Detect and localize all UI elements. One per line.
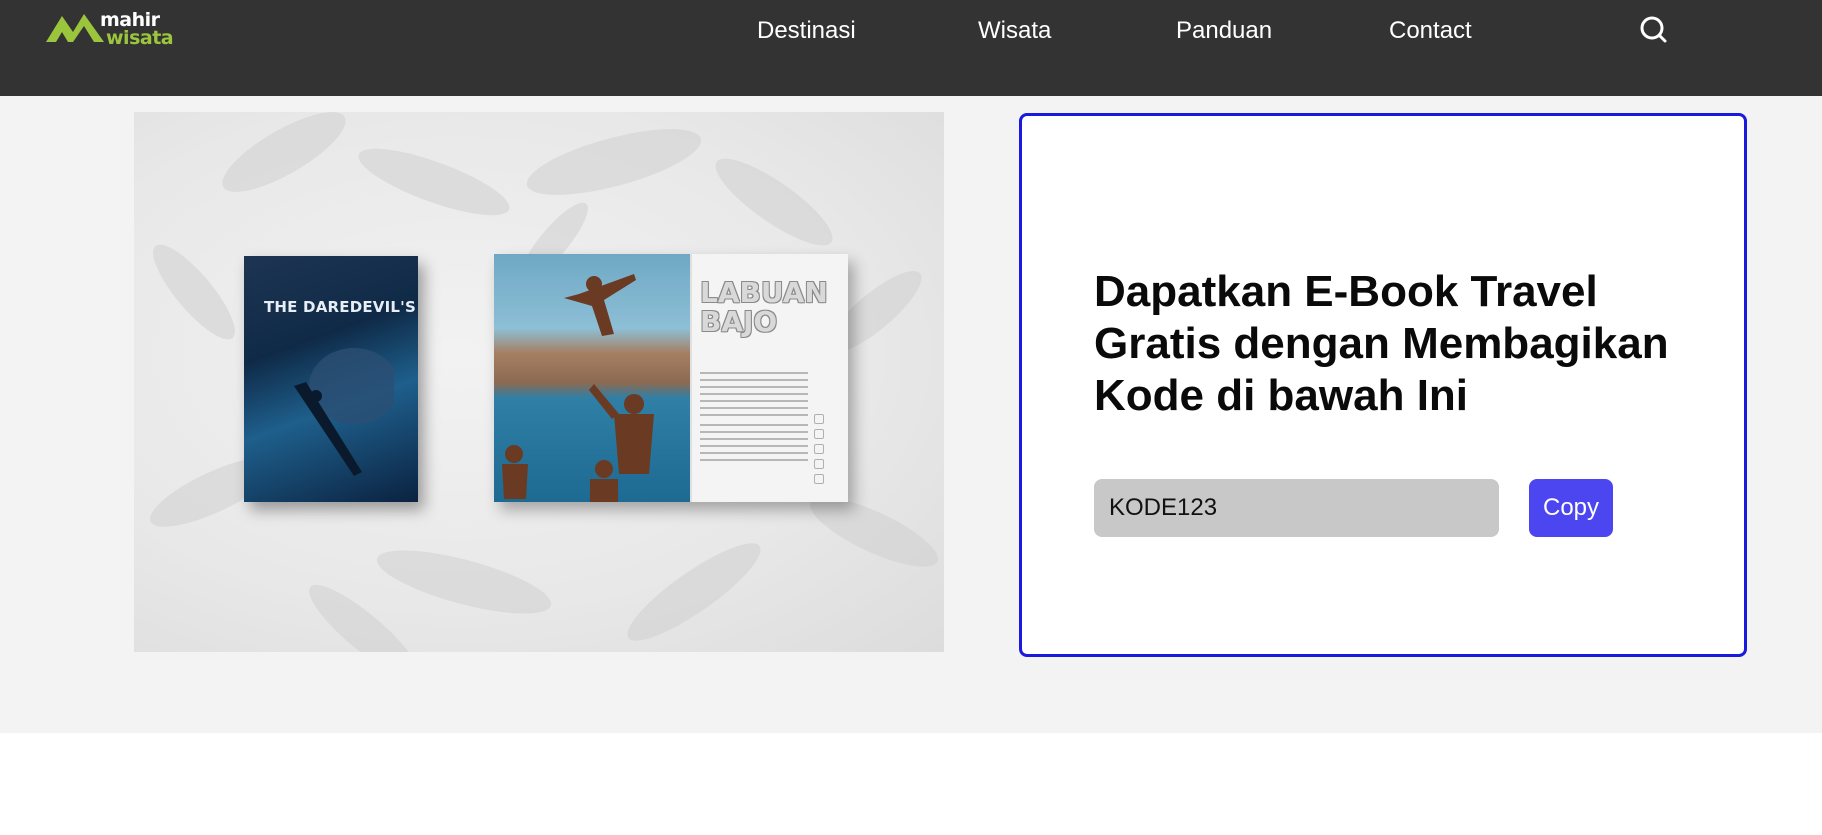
ebook-promo-section: THE DAREDEVIL'S LABUAN BAJO Dapatkan E-B… — [0, 96, 1822, 733]
card-heading: Dapatkan E-Book Travel Gratis dengan Mem… — [1094, 267, 1669, 420]
nav-link-wisata[interactable]: Wisata — [978, 16, 1051, 46]
ebook-labuan-bajo-spread: LABUAN BAJO — [494, 254, 848, 502]
book-body-text-lines — [700, 372, 808, 466]
brand-logo[interactable]: mahir wisata — [46, 8, 176, 48]
mountain-logo-icon — [46, 14, 104, 42]
nav-link-contact[interactable]: Contact — [1389, 16, 1472, 46]
surfer-illustration — [294, 348, 394, 476]
search-button[interactable] — [1638, 14, 1670, 46]
brand-name-line2: wisata — [106, 27, 174, 49]
book-title-labuan-bajo: LABUAN BAJO — [700, 276, 828, 338]
ebook-mockup-image: THE DAREDEVIL'S LABUAN BAJO — [134, 112, 944, 652]
nav-link-panduan[interactable]: Panduan — [1176, 16, 1272, 46]
copy-code-button[interactable]: Copy — [1529, 479, 1613, 537]
search-icon — [1640, 16, 1667, 43]
book-spine-line — [690, 254, 692, 502]
labuan-bajo-photo — [494, 254, 690, 502]
referral-code-input[interactable] — [1094, 479, 1499, 537]
nav-link-destinasi[interactable]: Destinasi — [757, 16, 856, 46]
book-side-icons — [814, 414, 826, 489]
ebook-cover-daredevils: THE DAREDEVIL'S — [244, 256, 418, 502]
book-title-daredevils: THE DAREDEVIL'S — [264, 298, 416, 316]
top-navbar: mahir wisata Destinasi Wisata Panduan Co… — [0, 0, 1822, 96]
ebook-code-card: Dapatkan E-Book Travel Gratis dengan Mem… — [1019, 113, 1747, 657]
